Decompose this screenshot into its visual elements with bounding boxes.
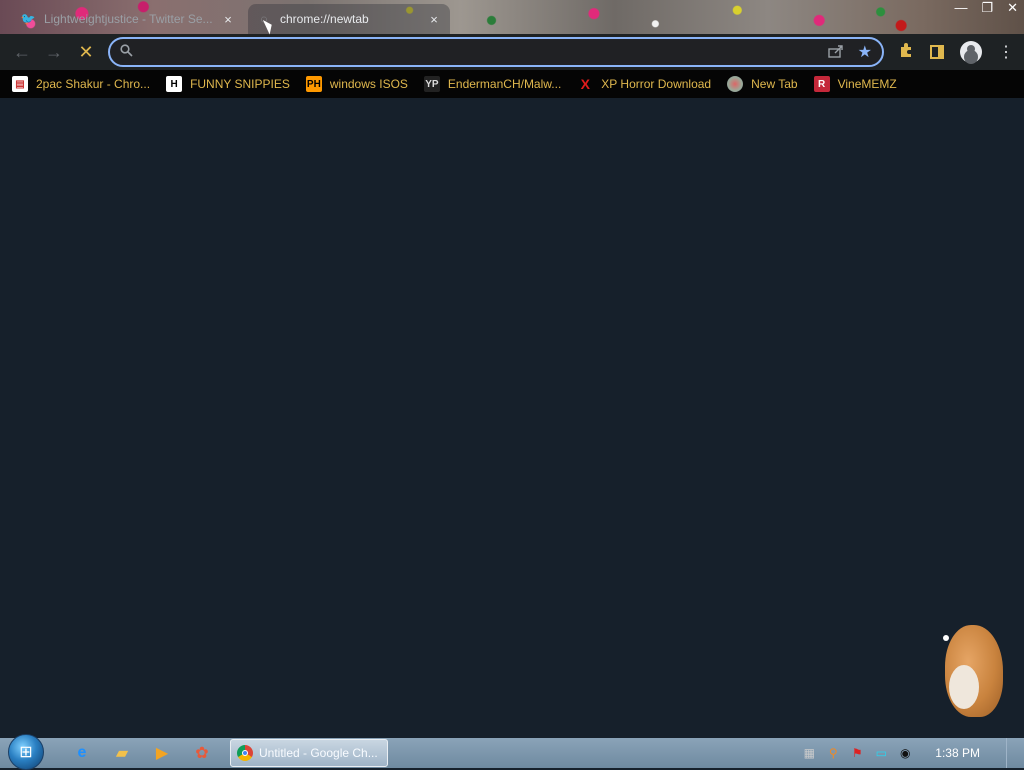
display-icon[interactable]: ▭ — [873, 745, 889, 761]
bookmark-windows-isos[interactable]: PH windows ISOS — [305, 76, 408, 92]
toolbar-actions: ⋮ — [898, 37, 1014, 67]
star-icon[interactable]: ★ — [858, 42, 872, 62]
bookmark-label: FUNNY SNIPPIES — [190, 77, 290, 91]
tab-strip: 🐦 Lightweightjustice - Twitter Se... × ◌… — [0, 0, 1024, 34]
h-icon: H — [166, 76, 183, 92]
tab-twitter[interactable]: 🐦 Lightweightjustice - Twitter Se... × — [12, 4, 244, 34]
internet-explorer-icon[interactable]: e — [62, 738, 102, 768]
maximize-button[interactable]: ❐ — [981, 0, 993, 18]
taskbar-chrome-window[interactable]: Untitled - Google Ch... — [230, 739, 388, 767]
yp-icon: YP — [423, 76, 440, 92]
bookmarks-bar: ▤ 2pac Shakur - Chro... H FUNNY SNIPPIES… — [0, 70, 1024, 98]
system-tray: ▦ ⚲ ⚑ ▭ ◉ 1:38 PM — [801, 738, 1016, 768]
hamster-image — [935, 615, 1005, 720]
bookmark-label: New Tab — [751, 77, 798, 91]
twitter-icon: 🐦 — [20, 12, 36, 26]
search-icon — [120, 44, 133, 60]
bookmark-2pac[interactable]: ▤ 2pac Shakur - Chro... — [12, 76, 150, 92]
share-icon[interactable] — [827, 44, 844, 61]
search-tray-icon[interactable]: ⚲ — [825, 745, 841, 761]
bookmark-xp-horror[interactable]: X XP Horror Download — [577, 76, 712, 92]
clock[interactable]: 1:38 PM — [935, 746, 980, 760]
start-button[interactable]: ⊞ — [8, 734, 44, 770]
hamster-eye — [943, 635, 949, 641]
bookmark-endermanch[interactable]: YP EndermanCH/Malw... — [423, 76, 562, 92]
bookmark-vinememz[interactable]: R VineMEMZ — [813, 76, 897, 92]
minimize-button[interactable]: — — [954, 0, 967, 18]
hamster-belly — [949, 665, 979, 709]
volume-icon[interactable]: ◉ — [897, 745, 913, 761]
tab-newtab[interactable]: ◌ chrome://newtab × — [248, 4, 450, 34]
tab-title: Lightweightjustice - Twitter Se... — [44, 12, 213, 26]
r-icon: R — [813, 76, 830, 92]
browser-toolbar: ← → ✕ ★ ⋮ — [0, 34, 1024, 70]
globe-icon — [727, 76, 744, 92]
close-window-button[interactable]: ✕ — [1007, 0, 1018, 18]
bookmark-new-tab[interactable]: New Tab — [727, 76, 798, 92]
extensions-icon[interactable] — [898, 42, 914, 63]
paint-icon[interactable]: ✿ — [182, 738, 222, 768]
chrome-icon — [237, 745, 253, 761]
back-button[interactable]: ← — [6, 36, 38, 68]
close-tab-icon[interactable]: × — [426, 12, 442, 27]
bookmark-label: EndermanCH/Malw... — [447, 77, 562, 91]
x-icon: X — [580, 76, 590, 92]
profile-icon[interactable] — [960, 41, 982, 63]
stop-loading-button[interactable]: ✕ — [70, 36, 102, 68]
show-desktop-button[interactable] — [1006, 738, 1016, 768]
bookmark-label: XP Horror Download — [601, 77, 712, 91]
bookmark-label: windows ISOS — [329, 77, 408, 91]
tab-title: chrome://newtab — [280, 12, 369, 26]
ph-icon: PH — [305, 76, 322, 92]
window-controls: — ❐ ✕ — [954, 0, 1018, 18]
menu-icon[interactable]: ⋮ — [998, 42, 1014, 62]
address-input[interactable] — [141, 44, 828, 60]
chrome-store-icon: ▤ — [12, 76, 28, 92]
flag-icon[interactable]: ⚑ — [849, 745, 865, 761]
side-panel-icon[interactable] — [930, 45, 944, 59]
bookmark-label: 2pac Shakur - Chro... — [36, 77, 151, 91]
address-bar[interactable]: ★ — [108, 37, 884, 67]
forward-button[interactable]: → — [38, 36, 70, 68]
network-icon[interactable]: ▦ — [801, 745, 817, 761]
media-player-icon[interactable]: ▶ — [142, 738, 182, 768]
taskbar-window-title: Untitled - Google Ch... — [259, 746, 378, 760]
explorer-icon[interactable]: ▰ — [102, 738, 142, 768]
taskbar: ⊞ e ▰ ▶ ✿ Untitled - Google Ch... ▦ ⚲ ⚑ … — [0, 734, 1024, 770]
page-content — [0, 98, 1024, 738]
bookmark-label: VineMEMZ — [837, 77, 897, 91]
close-tab-icon[interactable]: × — [220, 12, 236, 27]
bookmark-funny-snippies[interactable]: H FUNNY SNIPPIES — [166, 76, 290, 92]
